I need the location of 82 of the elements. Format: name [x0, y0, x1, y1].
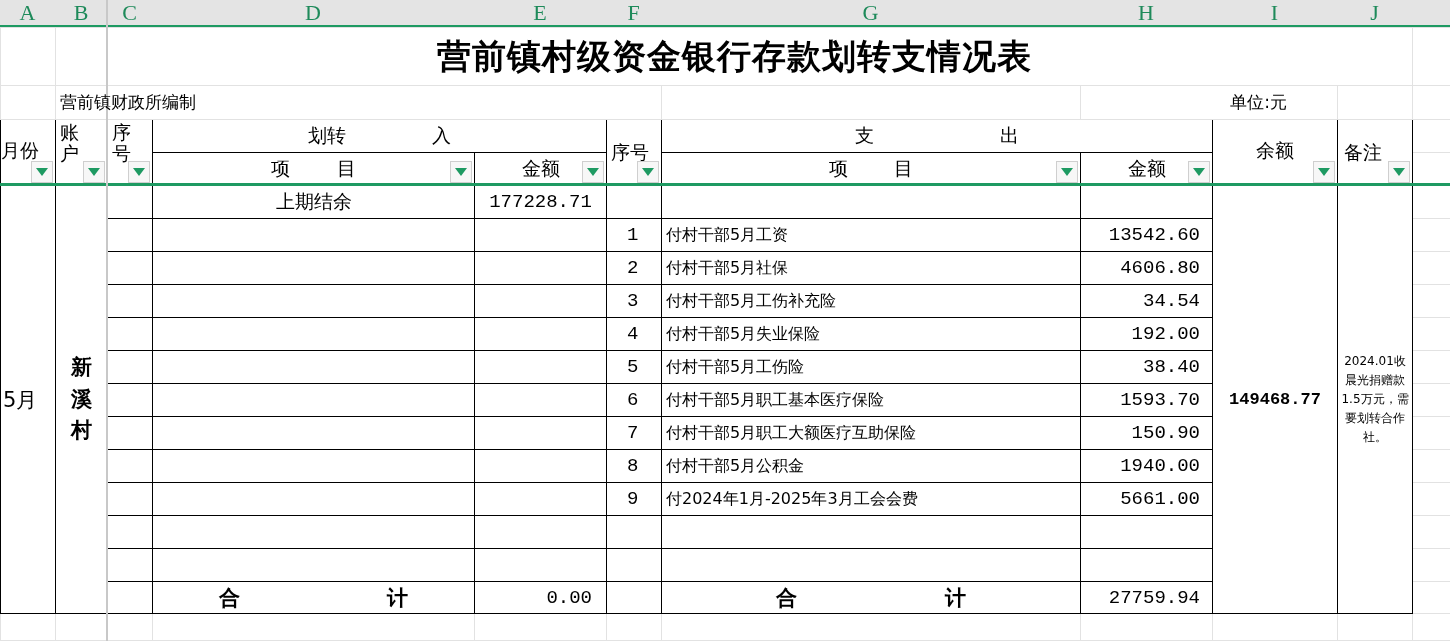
column-heading: 支 出 — [854, 124, 1019, 146]
caret-icon — [642, 168, 654, 176]
filter-dropdown-button[interactable] — [450, 161, 472, 183]
column-header[interactable]: F — [606, 0, 661, 25]
unit-text: 单位:元 — [1230, 92, 1287, 112]
column-heading: 余额 — [1256, 138, 1294, 161]
filter-dropdown-button[interactable] — [1056, 161, 1078, 183]
table-cell-text: 新溪村 — [71, 354, 92, 445]
sheet-title: 营前镇村级资金银行存款划转支情况表 — [436, 35, 1032, 76]
column-header[interactable]: I — [1212, 0, 1337, 25]
table-cell: 5 — [627, 356, 639, 378]
table-cell: 34.54 — [1143, 290, 1200, 312]
column-heading: 序号 — [112, 122, 131, 164]
column-heading: 序号 — [611, 140, 649, 165]
filter-dropdown-button[interactable] — [31, 161, 53, 183]
table-cell: 付村干部5月工资 — [666, 224, 789, 244]
table-cell: 1593.70 — [1120, 389, 1200, 411]
table-cell: 0.00 — [546, 586, 592, 609]
caret-icon — [36, 168, 48, 176]
table-cell: 1 — [627, 224, 639, 246]
column-heading: 划转 入 — [307, 124, 451, 146]
column-header[interactable]: J — [1337, 0, 1412, 25]
table-cell: 付村干部5月职工基本医疗保险 — [666, 389, 885, 409]
table-cell: 3 — [627, 290, 639, 312]
table-cell: 9 — [627, 488, 639, 510]
table-cell-text: 2024.01收晨光捐赠款1.5万元，需要划转合作社。 — [1341, 352, 1409, 447]
table-cell: 付村干部5月职工大额医疗互助保险 — [666, 422, 917, 442]
table-cell: 27759.94 — [1108, 586, 1200, 609]
caret-icon — [1061, 168, 1073, 176]
column-header[interactable]: D — [152, 0, 474, 25]
column-heading: 月份 — [1, 138, 39, 163]
caret-icon — [133, 168, 145, 176]
table-cell: 6 — [627, 389, 639, 411]
caret-icon — [1393, 168, 1405, 176]
caret-icon — [455, 168, 467, 176]
table-cell: 38.40 — [1143, 356, 1200, 378]
table-cell: 付2024年1月-2025年3月工会会费 — [666, 488, 918, 508]
table-cell: 上期结余 — [275, 190, 352, 212]
table-cell: 8 — [627, 455, 639, 477]
table-cell: 2 — [627, 257, 639, 279]
table-cell: 1940.00 — [1120, 455, 1200, 477]
column-heading: 金额 — [1127, 157, 1166, 179]
table-cell: 5月 — [3, 387, 38, 412]
table-cell: 付村干部5月工伤险 — [666, 356, 805, 376]
table-cell: 合 计 — [218, 585, 409, 610]
table-cell: 4606.80 — [1120, 257, 1200, 279]
column-header[interactable]: H — [1080, 0, 1212, 25]
caret-icon — [88, 168, 100, 176]
column-heading: 金额 — [521, 157, 560, 179]
caret-icon — [1318, 168, 1330, 176]
column-heading: 项 目 — [828, 157, 913, 179]
caret-icon — [1193, 168, 1205, 176]
table-cell: 149468.77 — [1229, 390, 1321, 409]
table-cell: 13542.60 — [1108, 224, 1200, 246]
table-cell: 付村干部5月工伤补充险 — [666, 290, 837, 310]
filter-dropdown-button[interactable] — [1388, 161, 1410, 183]
table-cell: 150.90 — [1131, 422, 1200, 444]
table-cell: 付村干部5月社保 — [666, 257, 789, 277]
caret-icon — [587, 168, 599, 176]
column-heading: 备注 — [1344, 140, 1382, 165]
column-heading: 账户 — [60, 122, 79, 164]
table-cell: 7 — [627, 422, 639, 444]
table-cell: 192.00 — [1131, 323, 1200, 345]
column-header[interactable]: B — [55, 0, 107, 25]
filter-dropdown-button[interactable] — [1188, 161, 1210, 183]
column-heading: 项 目 — [271, 157, 356, 179]
table-cell: 177228.71 — [489, 191, 592, 213]
table-cell: 付村干部5月公积金 — [666, 455, 805, 475]
filter-dropdown-button[interactable] — [582, 161, 604, 183]
table-cell: 5661.00 — [1120, 488, 1200, 510]
filter-dropdown-button[interactable] — [128, 161, 150, 183]
column-header[interactable]: A — [0, 0, 55, 25]
filter-dropdown-button[interactable] — [1313, 161, 1335, 183]
table-cell: 合 计 — [776, 585, 966, 610]
filter-dropdown-button[interactable] — [83, 161, 105, 183]
table-cell: 4 — [627, 323, 639, 345]
column-header[interactable]: E — [474, 0, 606, 25]
compiled-by-text: 营前镇财政所编制 — [60, 92, 196, 112]
column-header[interactable]: G — [661, 0, 1080, 25]
table-cell: 付村干部5月失业保险 — [666, 323, 821, 343]
filter-dropdown-button[interactable] — [637, 161, 659, 183]
column-header[interactable]: C — [107, 0, 152, 25]
